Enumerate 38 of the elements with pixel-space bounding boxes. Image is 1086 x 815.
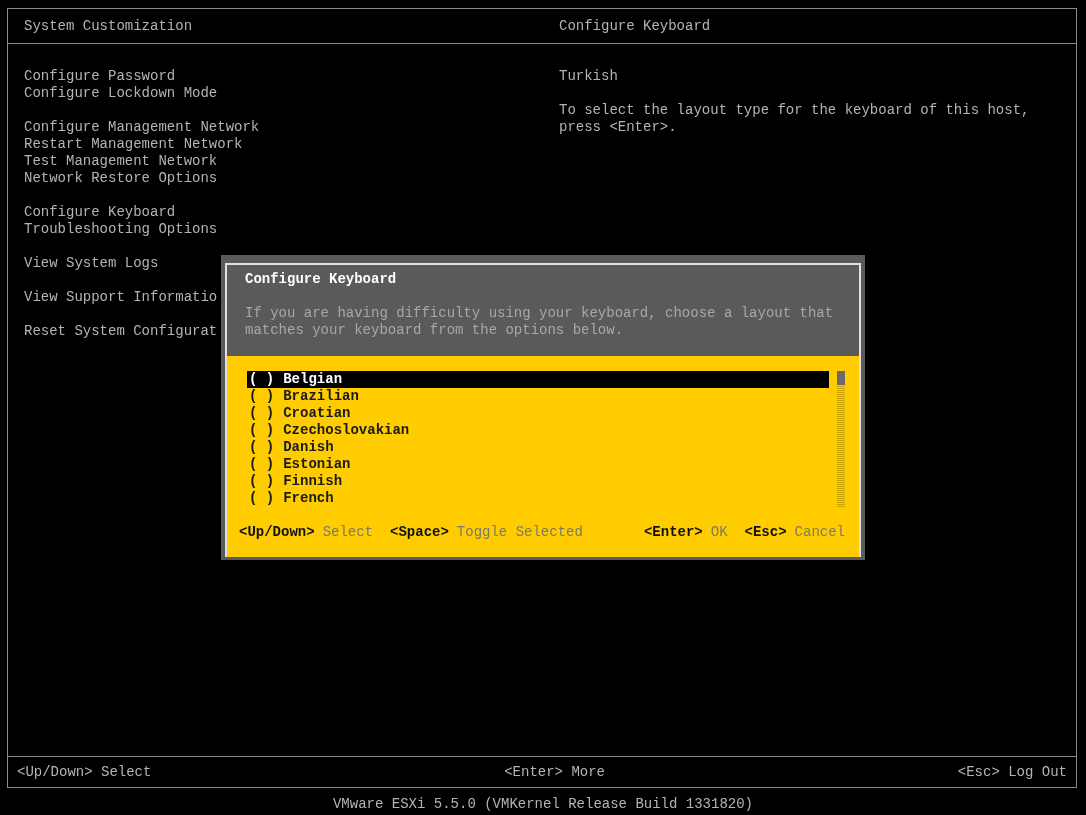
layout-option[interactable]: ( ) Czechoslovakian xyxy=(247,422,829,439)
screen-title: System Customization xyxy=(24,17,193,34)
layout-option[interactable]: ( ) Belgian xyxy=(247,371,829,388)
menu-item[interactable]: Configure Password xyxy=(24,68,176,85)
shortcut-action: Select xyxy=(322,524,374,541)
layout-option[interactable]: ( ) Danish xyxy=(247,439,829,456)
menu-item[interactable]: Configure Keyboard xyxy=(24,204,176,221)
shortcut-action: OK xyxy=(710,524,728,541)
menu-item[interactable]: Restart Management Network xyxy=(24,136,243,153)
scrollbar[interactable] xyxy=(837,371,845,507)
shortcut-key: <Enter> xyxy=(643,524,703,541)
menu-item[interactable]: Network Restore Options xyxy=(24,170,218,187)
help-text: To select the layout type for the keyboard of this host, press <Enter>. xyxy=(559,102,1031,136)
shortcut-key: <Up/Down> xyxy=(239,524,315,541)
menu-item[interactable]: View Support Informatio xyxy=(24,289,218,306)
shortcut-key: <Esc> xyxy=(744,524,787,541)
version-text: VMware ESXi 5.5.0 (VMKernel Release Build 1331820) xyxy=(332,796,754,813)
menu-item[interactable]: Configure Lockdown Mode xyxy=(24,85,218,102)
menu-item[interactable]: View System Logs xyxy=(24,255,159,272)
layout-option[interactable]: ( ) Finnish xyxy=(247,473,829,490)
dialog-title: Configure Keyboard xyxy=(245,271,398,288)
panel-title: Configure Keyboard xyxy=(559,17,711,34)
layout-option[interactable]: ( ) Croatian xyxy=(247,405,829,422)
key-hint: <Esc> Log Out xyxy=(957,763,1067,781)
key-hint: <Enter> More xyxy=(504,763,605,781)
shortcut-key: <Space> xyxy=(390,524,449,541)
dialog-description: If you are having difficulty using your keyboard, choose a layout that matches your keyboard from the options below. xyxy=(245,305,835,339)
shortcut-action: Toggle Selected xyxy=(456,524,583,541)
key-hint: <Up/Down> Select xyxy=(17,763,152,781)
layout-option[interactable]: ( ) Brazilian xyxy=(247,388,829,405)
menu-item[interactable]: Troubleshooting Options xyxy=(24,221,218,238)
current-layout: Turkish xyxy=(559,68,619,85)
menu-item[interactable]: Configure Management Network xyxy=(24,119,260,136)
menu-item[interactable]: Test Management Network xyxy=(24,153,218,170)
layout-option[interactable]: ( ) French xyxy=(247,490,829,507)
shortcut-action: Cancel xyxy=(794,524,845,541)
layout-option[interactable]: ( ) Estonian xyxy=(247,456,829,473)
menu-item[interactable]: Reset System Configurat xyxy=(24,323,218,340)
